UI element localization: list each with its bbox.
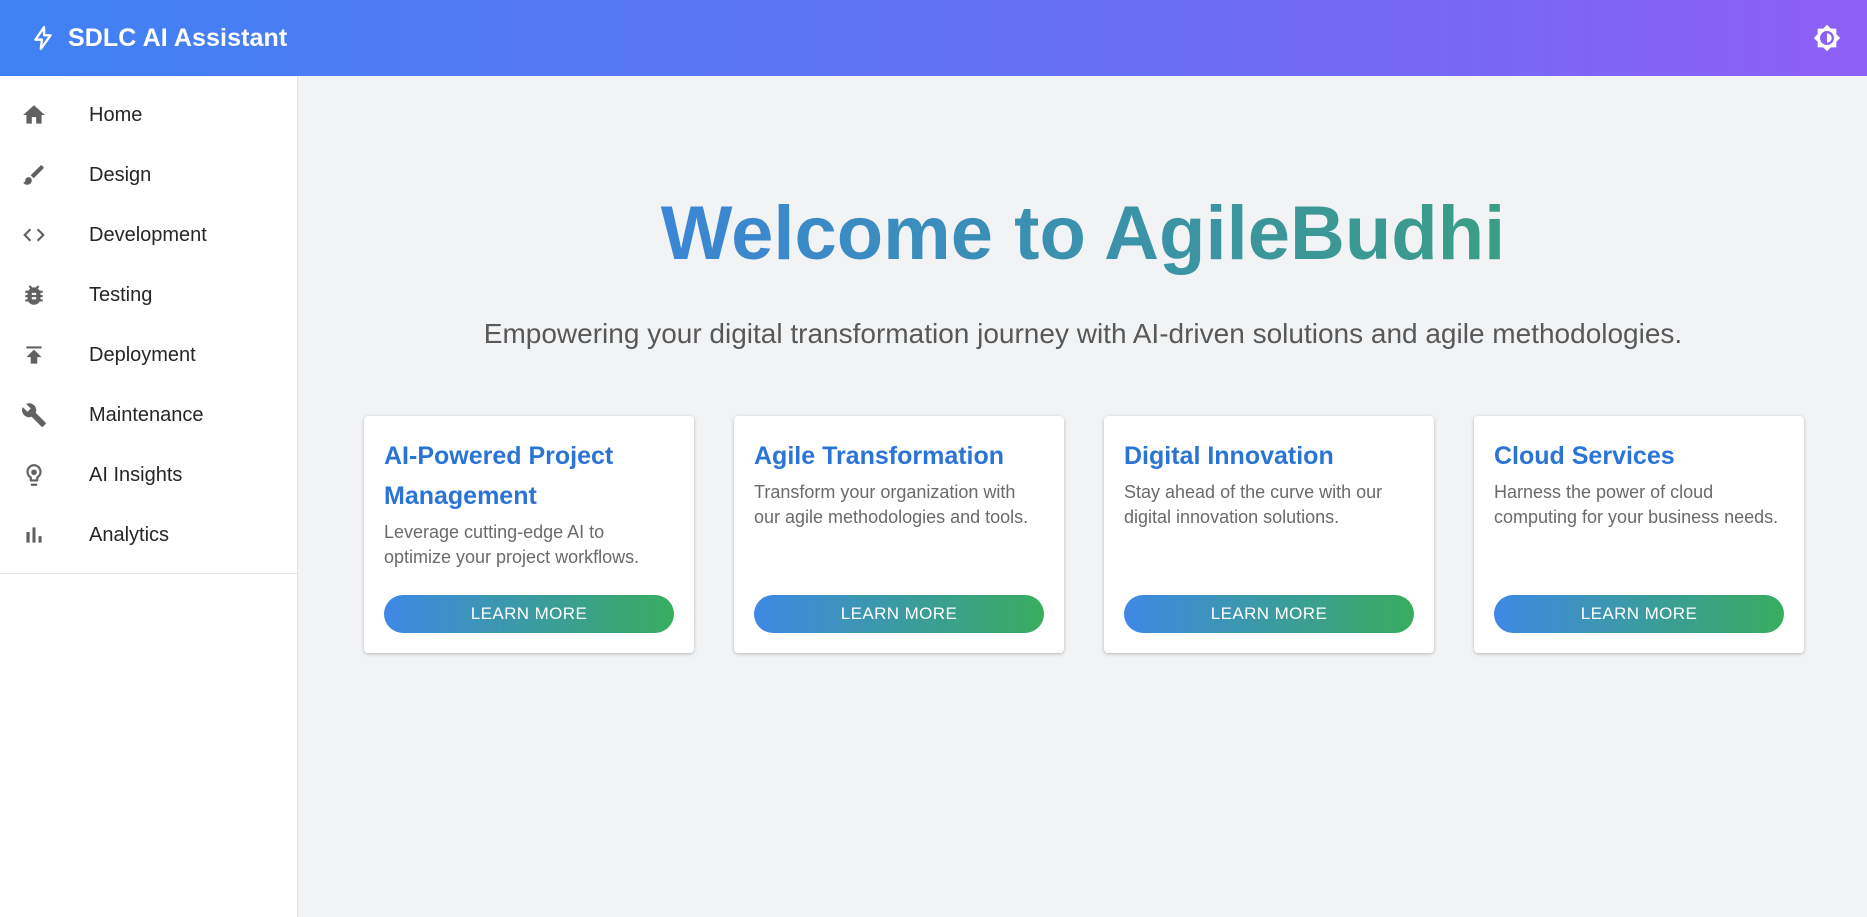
card-description: Stay ahead of the curve with our digital…	[1124, 482, 1383, 527]
feature-card: Cloud Services Harness the power of clou…	[1474, 416, 1804, 653]
main-content: Welcome to AgileBudhi Empowering your di…	[299, 76, 1867, 917]
learn-more-button[interactable]: LEARN MORE	[1124, 595, 1414, 633]
sidebar-item-label: Testing	[89, 283, 153, 306]
hero-title-text: Welcome to AgileBudhi	[660, 191, 1506, 276]
brush-icon	[20, 161, 48, 189]
brightness-icon	[1813, 24, 1841, 52]
learn-more-button[interactable]: LEARN MORE	[384, 595, 674, 633]
feature-card: AI-Powered Project Management Leverage c…	[364, 416, 694, 653]
card-description: Harness the power of cloud computing for…	[1494, 482, 1779, 527]
learn-more-button[interactable]: LEARN MORE	[754, 595, 1044, 633]
card-title: Cloud Services	[1494, 442, 1675, 470]
lightbulb-icon	[20, 461, 48, 489]
feature-card: Digital Innovation Stay ahead of the cur…	[1104, 416, 1434, 653]
code-icon	[20, 221, 48, 249]
learn-more-button[interactable]: LEARN MORE	[1494, 595, 1784, 633]
card-title: AI-Powered Project Management	[384, 442, 614, 510]
sidebar-item-deployment[interactable]: Deployment	[0, 325, 297, 385]
sidebar-item-label: Home	[89, 103, 143, 126]
app-bar: SDLC AI Assistant	[0, 0, 1867, 76]
bar-chart-icon	[20, 521, 48, 549]
publish-icon	[20, 341, 48, 369]
hero-title: Welcome to AgileBudhi	[299, 188, 1867, 279]
sidebar-item-testing[interactable]: Testing	[0, 265, 297, 325]
theme-toggle-button[interactable]	[1803, 14, 1851, 62]
card-title: Digital Innovation	[1124, 442, 1334, 470]
sidebar-item-label: Maintenance	[89, 403, 204, 426]
bolt-icon	[34, 25, 52, 51]
home-icon	[20, 101, 48, 129]
feature-cards: AI-Powered Project Management Leverage c…	[364, 416, 1804, 653]
sidebar-item-analytics[interactable]: Analytics	[0, 505, 297, 565]
bug-icon	[20, 281, 48, 309]
sidebar-item-label: Analytics	[89, 523, 170, 546]
sidebar: Home Design Development Testing Deployme…	[0, 76, 298, 917]
card-description: Leverage cutting-edge AI to optimize you…	[384, 522, 640, 567]
wrench-icon	[20, 401, 48, 429]
sidebar-item-label: Deployment	[89, 343, 196, 366]
app-title: SDLC AI Assistant	[68, 23, 288, 52]
hero-subtitle: Empowering your digital transformation j…	[483, 318, 1683, 349]
feature-card: Agile Transformation Transform your orga…	[734, 416, 1064, 653]
sidebar-nav-list: Home Design Development Testing Deployme…	[0, 76, 297, 574]
card-description: Transform your organization with our agi…	[754, 482, 1029, 527]
sidebar-item-development[interactable]: Development	[0, 205, 297, 265]
card-title: Agile Transformation	[754, 442, 1005, 470]
sidebar-item-home[interactable]: Home	[0, 85, 297, 145]
sidebar-item-label: AI Insights	[89, 463, 183, 486]
sidebar-item-label: Development	[89, 223, 207, 246]
sidebar-item-ai-insights[interactable]: AI Insights	[0, 445, 297, 505]
sidebar-item-label: Design	[89, 163, 152, 186]
sidebar-item-design[interactable]: Design	[0, 145, 297, 205]
sidebar-item-maintenance[interactable]: Maintenance	[0, 385, 297, 445]
